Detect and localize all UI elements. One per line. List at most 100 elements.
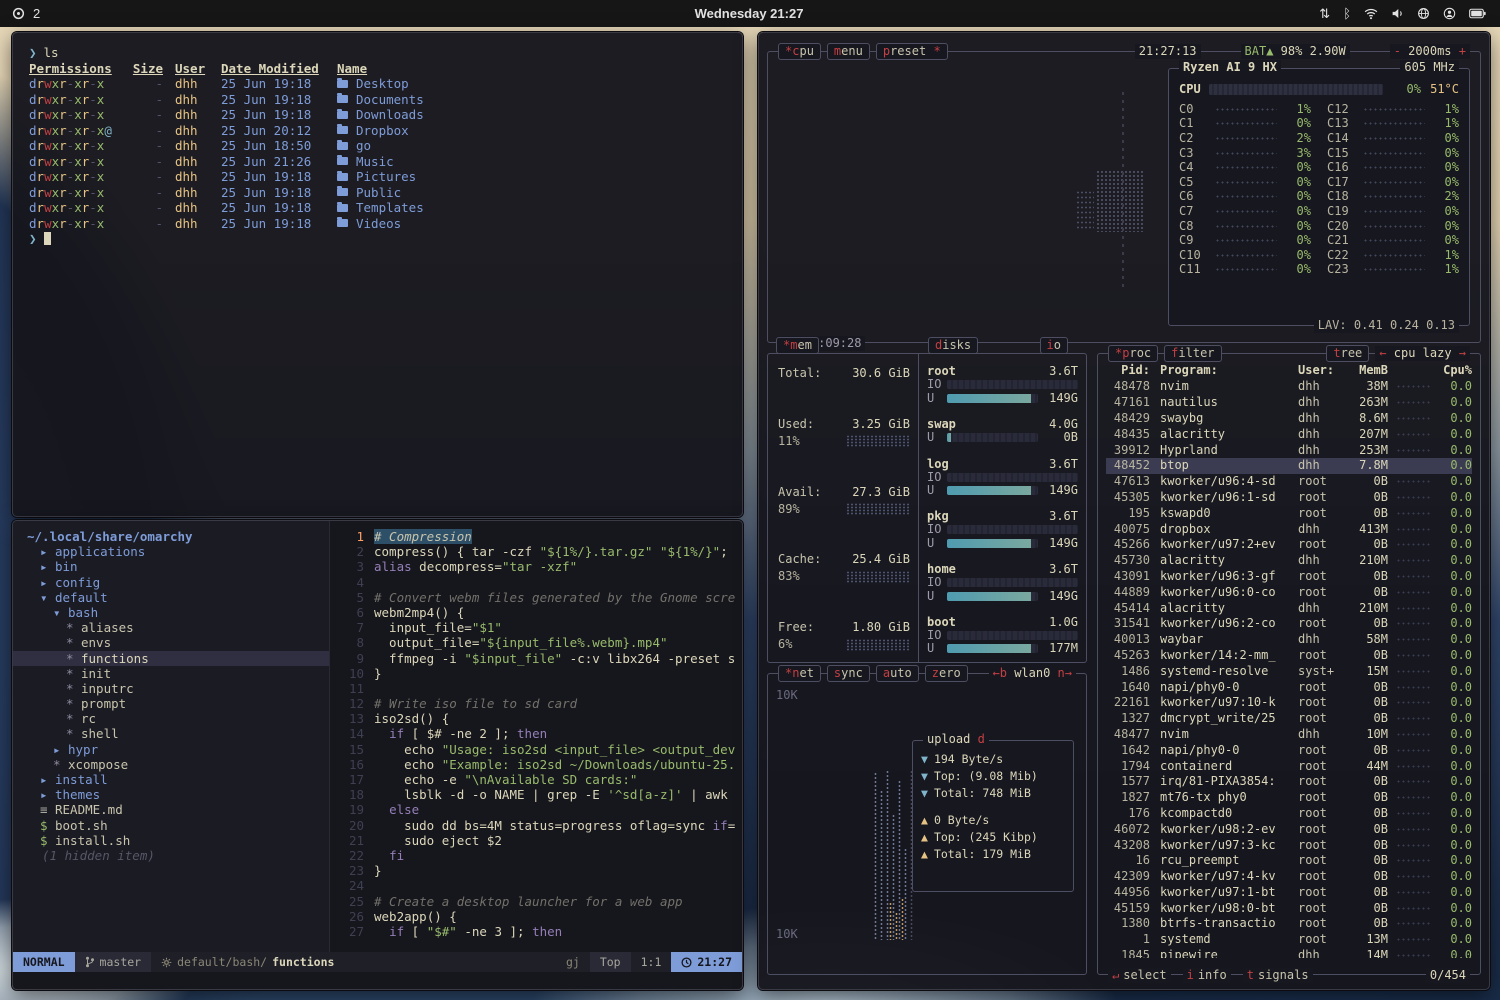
code-line[interactable]: 10 }	[330, 666, 742, 681]
tree-item[interactable]: ▸ bin	[13, 559, 329, 574]
process-row[interactable]: 176 kcompactd0 root 0B 0.0	[1106, 806, 1472, 822]
wifi-icon[interactable]	[1364, 7, 1378, 20]
code-line[interactable]: 2 compress() { tar -czf "${1%/}.tar.gz" …	[330, 544, 742, 559]
process-row[interactable]: 43208 kworker/u97:3-kc root 0B 0.0	[1106, 837, 1472, 853]
tree-item[interactable]: * shell	[13, 726, 329, 741]
tree-item[interactable]: (1 hidden item)	[13, 848, 329, 863]
tab-proc[interactable]: *proc	[1108, 345, 1158, 362]
process-row[interactable]: 1845 pipewire dhh 14M 0.0	[1106, 948, 1472, 958]
process-row[interactable]: 16 rcu_preempt root 0B 0.0	[1106, 853, 1472, 869]
tab-menu[interactable]: menu	[827, 43, 870, 60]
code-line[interactable]: 3 alias decompress="tar -xzf"	[330, 559, 742, 574]
account-icon[interactable]	[1443, 7, 1456, 20]
tree-item[interactable]: * prompt	[13, 696, 329, 711]
tab-disks[interactable]: disks	[928, 337, 978, 354]
code-line[interactable]: 18 lsblk -d -o NAME | grep -E '^sd[a-z]'…	[330, 787, 742, 802]
proc-footer-button[interactable]: ↵select	[1108, 968, 1171, 983]
tree-item[interactable]: ▸ themes	[13, 787, 329, 802]
process-table-header[interactable]: Pid: Program: User: MemB Cpu%	[1106, 362, 1472, 379]
process-row[interactable]: 1486 systemd-resolve syst+ 15M 0.0	[1106, 663, 1472, 679]
code-line[interactable]: 21 sudo eject $2	[330, 833, 742, 848]
tab-tree[interactable]: tree	[1326, 345, 1369, 362]
tree-item[interactable]: ▾ default	[13, 590, 329, 605]
process-row[interactable]: 40075 dropbox dhh 413M 0.0	[1106, 521, 1472, 537]
process-row[interactable]: 1640 napi/phy0-0 root 0B 0.0	[1106, 679, 1472, 695]
process-row[interactable]: 45159 kworker/u98:0-bt root 0B 0.0	[1106, 900, 1472, 916]
code-line[interactable]: 13 iso2sd() {	[330, 711, 742, 726]
tab-auto[interactable]: auto	[876, 665, 919, 682]
process-row[interactable]: 45263 kworker/14:2-mm_ root 0B 0.0	[1106, 648, 1472, 664]
tree-item[interactable]: ▾ bash	[13, 605, 329, 620]
tree-item[interactable]: * aliases	[13, 620, 329, 635]
process-row[interactable]: 44889 kworker/u96:0-co root 0B 0.0	[1106, 584, 1472, 600]
code-line[interactable]: 4	[330, 575, 742, 590]
code-line[interactable]: 14 if [ $# -ne 2 ]; then	[330, 726, 742, 741]
code-line[interactable]: 11	[330, 681, 742, 696]
tree-item[interactable]: $ boot.sh	[13, 818, 329, 833]
process-row[interactable]: 48452 btop dhh 7.8M 0.0	[1106, 458, 1472, 474]
tab-cpu[interactable]: *cpu	[778, 43, 821, 60]
proc-footer-button[interactable]: iinfo	[1183, 968, 1231, 983]
tree-item[interactable]: ≡ README.md	[13, 802, 329, 817]
process-row[interactable]: 1827 mt76-tx phy0 root 0B 0.0	[1106, 790, 1472, 806]
code-line[interactable]: 23 }	[330, 863, 742, 878]
process-row[interactable]: 1642 napi/phy0-0 root 0B 0.0	[1106, 742, 1472, 758]
proc-footer-button[interactable]: tsignals	[1243, 968, 1313, 983]
volume-icon[interactable]	[1391, 7, 1404, 20]
tab-filter[interactable]: filter	[1164, 345, 1221, 362]
process-row[interactable]: 45305 kworker/u96:1-sd root 0B 0.0	[1106, 490, 1472, 506]
tab-net[interactable]: *net	[778, 665, 821, 682]
code-line[interactable]: 12 # Write iso file to sd card	[330, 696, 742, 711]
process-row[interactable]: 1577 irq/81-PIXA3854: root 0B 0.0	[1106, 774, 1472, 790]
process-row[interactable]: 45730 alacritty dhh 210M 0.0	[1106, 553, 1472, 569]
process-row[interactable]: 48477 nvim dhh 10M 0.0	[1106, 727, 1472, 743]
code-line[interactable]: 19 else	[330, 802, 742, 817]
code-line[interactable]: 7 input_file="$1"	[330, 620, 742, 635]
process-row[interactable]: 48478 nvim dhh 38M 0.0	[1106, 379, 1472, 395]
tree-item[interactable]: * init	[13, 666, 329, 681]
tree-item[interactable]: ▸ applications	[13, 544, 329, 559]
bluetooth-icon[interactable]: ᛒ	[1343, 6, 1351, 21]
tree-item[interactable]: * rc	[13, 711, 329, 726]
process-row[interactable]: 1380 btrfs-transactio root 0B 0.0	[1106, 916, 1472, 932]
process-row[interactable]: 42309 kworker/u97:4-kv root 0B 0.0	[1106, 869, 1472, 885]
tab-io[interactable]: io	[1040, 337, 1068, 354]
code-line[interactable]: 22 fi	[330, 848, 742, 863]
code-line[interactable]: 24	[330, 878, 742, 893]
process-row[interactable]: 47161 nautilus dhh 263M 0.0	[1106, 395, 1472, 411]
code-line[interactable]: 8 output_file="${input_file%.webm}.mp4"	[330, 635, 742, 650]
process-row[interactable]: 22161 kworker/u97:10-k root 0B 0.0	[1106, 695, 1472, 711]
update-interval[interactable]: - 2000ms +	[1390, 44, 1470, 59]
process-row[interactable]: 195 kswapd0 root 0B 0.0	[1106, 505, 1472, 521]
tab-mem[interactable]: *mem	[776, 337, 819, 354]
window-btop[interactable]: *cpu menu preset * 21:27:13 BAT▲ 98% 2.9…	[758, 32, 1490, 990]
process-row[interactable]: 47613 kworker/u96:4-sd root 0B 0.0	[1106, 474, 1472, 490]
process-row[interactable]: 1794 containerd root 44M 0.0	[1106, 758, 1472, 774]
tree-item[interactable]: * functions	[13, 651, 329, 666]
tree-item[interactable]: ▸ config	[13, 575, 329, 590]
tree-item[interactable]: ▸ install	[13, 772, 329, 787]
process-row[interactable]: 44956 kworker/u97:1-bt root 0B 0.0	[1106, 885, 1472, 901]
tree-item[interactable]: ▸ hypr	[13, 742, 329, 757]
code-line[interactable]: 16 echo "Example: iso2sd ~/Downloads/ubu…	[330, 757, 742, 772]
sort-selector[interactable]: ← cpu lazy →	[1375, 346, 1470, 361]
clock[interactable]: Wednesday 21:27	[272, 6, 1226, 21]
network-interface[interactable]: ←b wlan0 n→	[989, 666, 1077, 681]
tree-item[interactable]: $ install.sh	[13, 833, 329, 848]
process-row[interactable]: 40013 waybar dhh 58M 0.0	[1106, 632, 1472, 648]
launcher-icon[interactable]	[12, 7, 25, 20]
tab-zero[interactable]: zero	[925, 665, 968, 682]
tree-item[interactable]: * xcompose	[13, 757, 329, 772]
tree-item[interactable]: * inputrc	[13, 681, 329, 696]
code-line[interactable]: 9 ffmpeg -i "$input_file" -c:v libx264 -…	[330, 651, 742, 666]
process-row[interactable]: 43091 kworker/u96:3-gf root 0B 0.0	[1106, 569, 1472, 585]
process-row[interactable]: 45266 kworker/u97:2+ev root 0B 0.0	[1106, 537, 1472, 553]
editor-pane[interactable]: 1 # Compression 2 compress() { tar -czf …	[330, 521, 742, 952]
code-line[interactable]: 6 webm2mp4() {	[330, 605, 742, 620]
tab-sync[interactable]: sync	[827, 665, 870, 682]
battery-icon[interactable]	[1469, 8, 1486, 19]
process-row[interactable]: 1 systemd root 13M 0.0	[1106, 932, 1472, 948]
tab-preset[interactable]: preset *	[876, 43, 948, 60]
code-line[interactable]: 5 # Convert webm files generated by the …	[330, 590, 742, 605]
process-row[interactable]: 48429 swaybg dhh 8.6M 0.0	[1106, 411, 1472, 427]
